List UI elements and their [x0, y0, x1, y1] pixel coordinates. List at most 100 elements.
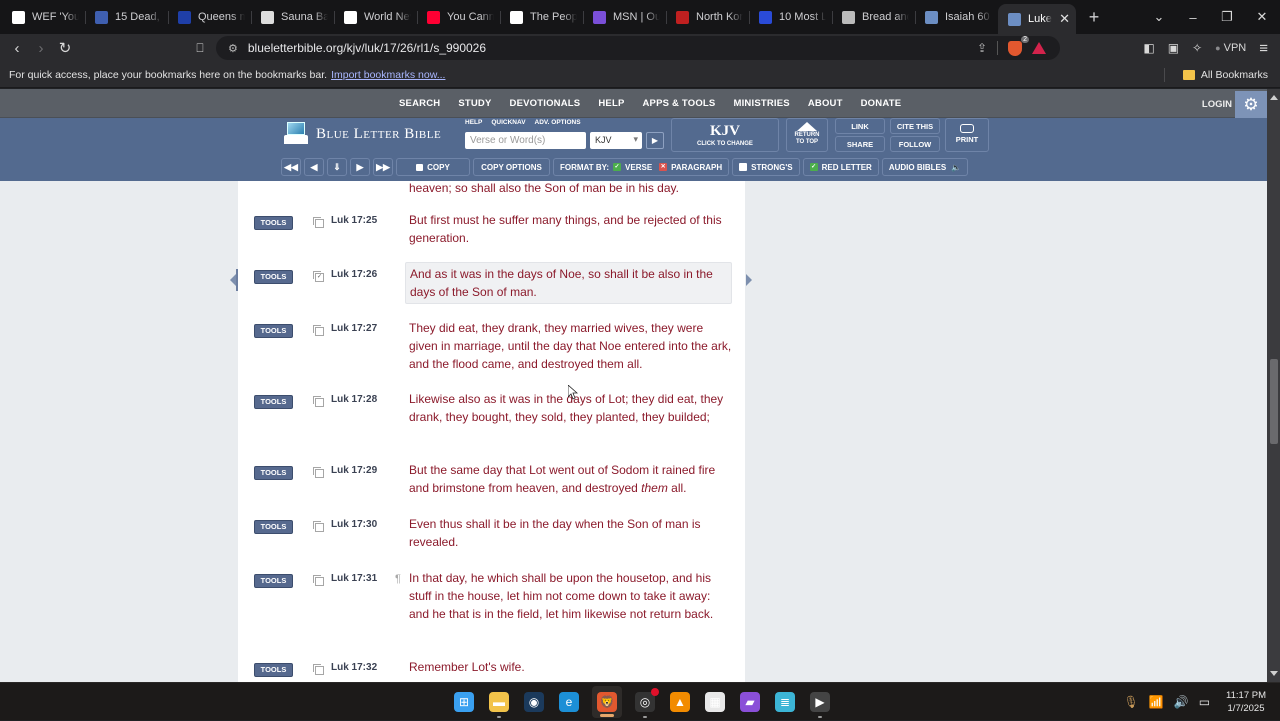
clock[interactable]: 11:17 PM 1/7/2025 — [1226, 689, 1266, 715]
copy-verse-icon[interactable] — [313, 325, 324, 336]
verse-tools-button[interactable]: TOOLS — [254, 663, 293, 677]
close-tab-icon[interactable]: ✕ — [1059, 11, 1070, 27]
tab-search-chevron-icon[interactable]: ⌄ — [1142, 9, 1176, 25]
scroll-up-arrow-icon[interactable] — [1270, 95, 1278, 100]
browser-tab[interactable]: Sauna Bat — [251, 4, 334, 30]
brave-shields-icon[interactable]: 2 — [1008, 35, 1029, 56]
copy-verse-icon[interactable] — [313, 396, 324, 407]
browser-tab[interactable]: MSN | Our — [583, 4, 666, 30]
bookmark-icon[interactable]: ⎕ — [188, 41, 212, 56]
copy-selected-icon[interactable] — [313, 271, 324, 282]
settings-button[interactable]: ⚙ — [1235, 91, 1267, 118]
site-logo[interactable]: Blue Letter Bible — [284, 122, 441, 146]
browser-tab[interactable]: World Nev — [334, 4, 417, 30]
import-bookmarks-link[interactable]: Import bookmarks now... — [331, 69, 445, 81]
verse-tools-button[interactable]: TOOLS — [254, 574, 293, 588]
follow-button[interactable]: FOLLOW — [890, 136, 940, 152]
copy-button[interactable]: COPY — [396, 158, 470, 176]
share-icon[interactable]: ⇪ — [977, 41, 987, 55]
verse-tools-button[interactable]: TOOLS — [254, 395, 293, 409]
copy-verse-icon[interactable] — [313, 467, 324, 478]
copy-options-button[interactable]: COPY OPTIONS — [473, 158, 550, 176]
taskbar-brave-icon[interactable]: 🦁 — [592, 686, 622, 718]
share-button[interactable]: SHARE — [835, 136, 885, 152]
prev-verse-button[interactable]: ◀ — [304, 158, 324, 176]
wifi-icon[interactable]: 📶 — [1149, 695, 1164, 709]
verse-reference-link[interactable]: Luk 17:25 — [331, 215, 377, 226]
print-button[interactable]: PRINT — [945, 118, 989, 152]
browser-tab[interactable]: You Canno — [417, 4, 500, 30]
topnav-study[interactable]: STUDY — [449, 98, 500, 109]
microphone-icon[interactable]: 🎙 — [1124, 695, 1139, 709]
back-button[interactable]: ‹ — [5, 40, 29, 57]
volume-icon[interactable]: 🔊 — [1174, 695, 1189, 709]
link-button[interactable]: LINK — [835, 118, 885, 134]
all-bookmarks-button[interactable]: All Bookmarks — [1163, 67, 1268, 82]
strongs-toggle[interactable]: STRONG'S — [732, 158, 800, 176]
red-letter-toggle[interactable]: ✓ RED LETTER — [802, 158, 879, 176]
verse-tools-button[interactable]: TOOLS — [254, 216, 293, 230]
verse-reference-link[interactable]: Luk 17:30 — [331, 519, 377, 530]
restore-button[interactable]: ❐ — [1210, 9, 1244, 25]
topnav-apps-tools[interactable]: APPS & TOOLS — [634, 98, 725, 109]
taskbar-vlc-icon[interactable]: ▲ — [668, 690, 692, 714]
scroll-down-arrow-icon[interactable] — [1270, 671, 1278, 676]
next-chapter-arrow-icon[interactable] — [746, 274, 752, 286]
reload-button[interactable]: ↻ — [53, 39, 77, 57]
verse-tools-button[interactable]: TOOLS — [254, 466, 293, 480]
search-go-button[interactable]: ▶ — [646, 132, 664, 149]
next-chapter-button[interactable]: ▶▶ — [373, 158, 393, 176]
verse-tools-button[interactable]: TOOLS — [254, 270, 293, 284]
copy-verse-icon[interactable] — [313, 217, 324, 228]
new-tab-button[interactable]: + — [1080, 7, 1108, 28]
browser-tab[interactable]: Bread and — [832, 4, 915, 30]
verse-reference-link[interactable]: Luk 17:26 — [331, 269, 377, 280]
verse-format-option[interactable]: VERSE — [625, 163, 652, 172]
browser-tab[interactable]: 10 Most L — [749, 4, 832, 30]
battery-icon[interactable]: ▭ — [1199, 695, 1210, 709]
copy-verse-icon[interactable] — [313, 521, 324, 532]
taskbar-microsoft-store-icon[interactable]: ▦ — [703, 690, 727, 714]
topnav-about[interactable]: ABOUT — [799, 98, 852, 109]
search-help-link[interactable]: HELP — [465, 119, 482, 126]
taskbar-file-explorer-icon[interactable]: ▬ — [487, 690, 511, 718]
url-text[interactable]: blueletterbible.org/kjv/luk/17/26/rl1/s_… — [248, 41, 486, 55]
topnav-help[interactable]: HELP — [589, 98, 633, 109]
verse-reference-link[interactable]: Luk 17:31 — [331, 573, 377, 584]
verse-reference-link[interactable]: Luk 17:32 — [331, 662, 377, 673]
browser-tab[interactable]: WEF 'Young — [2, 4, 85, 30]
verse-tools-button[interactable]: TOOLS — [254, 324, 293, 338]
leo-ai-icon[interactable]: ✧ — [1192, 41, 1202, 55]
checkbox-unchecked-icon[interactable]: ✕ — [659, 163, 668, 171]
browser-tab-active[interactable]: Luke ✕ — [998, 4, 1076, 34]
taskbar-steam-icon[interactable]: ◉ — [522, 690, 546, 714]
forward-button[interactable]: › — [29, 40, 53, 57]
browser-tab[interactable]: The Peopl — [500, 4, 583, 30]
audio-bibles-button[interactable]: AUDIO BIBLES 🔈 — [881, 158, 969, 176]
address-bar[interactable]: ⚙ blueletterbible.org/kjv/luk/17/26/rl1/… — [216, 35, 1060, 60]
browser-tab[interactable]: 15 Dead, a — [85, 4, 168, 30]
browser-tab[interactable]: North Kor — [666, 4, 749, 30]
brave-rewards-icon[interactable] — [1032, 42, 1046, 54]
vpn-button[interactable]: VPN — [1215, 42, 1247, 54]
verse-reference-link[interactable]: Luk 17:29 — [331, 465, 377, 476]
menu-icon[interactable]: ≡ — [1259, 40, 1268, 57]
prev-chapter-button[interactable]: ◀◀ — [281, 158, 301, 176]
taskbar-clipchamp-icon[interactable]: ▰ — [738, 690, 762, 714]
taskbar-windows-start-icon[interactable]: ⊞ — [452, 690, 476, 714]
site-info-icon[interactable]: ⚙ — [228, 42, 238, 55]
page-scrollbar[interactable] — [1267, 89, 1280, 682]
copy-verse-icon[interactable] — [313, 664, 324, 675]
verse-search-input[interactable] — [465, 132, 586, 149]
version-select[interactable]: KJV — [590, 132, 642, 149]
wallet-icon[interactable]: ▣ — [1168, 41, 1179, 55]
verse-reference-link[interactable]: Luk 17:28 — [331, 394, 377, 405]
return-to-top-button[interactable]: RETURN TO TOP — [786, 118, 828, 152]
topnav-ministries[interactable]: MINISTRIES — [724, 98, 798, 109]
copy-verse-icon[interactable] — [313, 575, 324, 586]
change-version-button[interactable]: KJV CLICK TO CHANGE — [671, 118, 779, 152]
verse-tools-button[interactable]: TOOLS — [254, 520, 293, 534]
taskbar-media-player-icon[interactable]: ▶ — [808, 690, 832, 718]
login-link[interactable]: LOGIN — [1202, 89, 1232, 118]
close-window-button[interactable]: ✕ — [1244, 9, 1280, 25]
